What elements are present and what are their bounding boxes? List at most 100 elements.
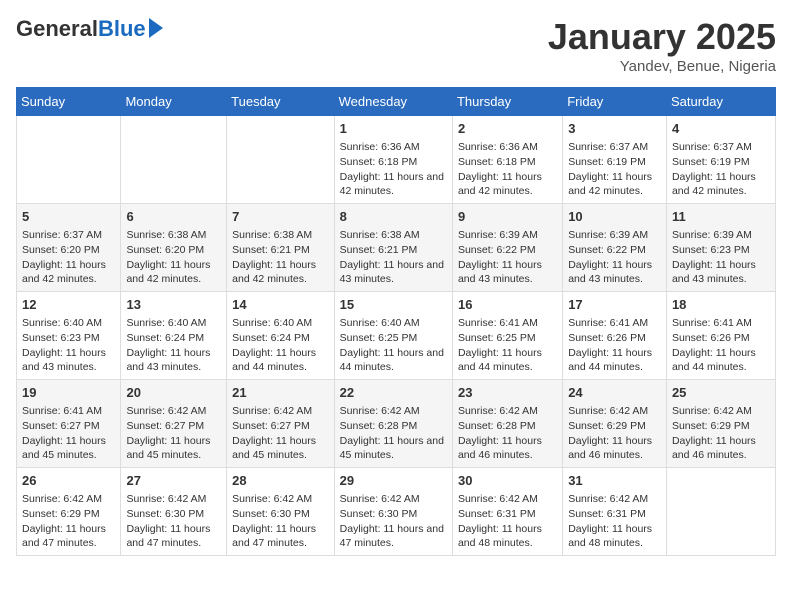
calendar-cell: 15 Sunrise: 6:40 AM Sunset: 6:25 PM Dayli…: [334, 292, 452, 380]
day-number: 21: [232, 384, 328, 402]
day-info: Sunrise: 6:41 AM Sunset: 6:26 PM Dayligh…: [672, 316, 770, 375]
day-number: 9: [458, 208, 557, 226]
calendar-cell: [666, 468, 775, 556]
day-number: 7: [232, 208, 328, 226]
day-info: Sunrise: 6:41 AM Sunset: 6:25 PM Dayligh…: [458, 316, 557, 375]
logo-blue-text: Blue: [98, 16, 146, 42]
day-number: 22: [340, 384, 447, 402]
day-info: Sunrise: 6:39 AM Sunset: 6:22 PM Dayligh…: [458, 228, 557, 287]
calendar-cell: 4 Sunrise: 6:37 AM Sunset: 6:19 PM Daylig…: [666, 116, 775, 204]
day-number: 17: [568, 296, 661, 314]
day-number: 14: [232, 296, 328, 314]
day-number: 2: [458, 120, 557, 138]
calendar-cell: 31 Sunrise: 6:42 AM Sunset: 6:31 PM Dayli…: [563, 468, 667, 556]
day-number: 31: [568, 472, 661, 490]
calendar-cell: [121, 116, 227, 204]
day-header-thursday: Thursday: [452, 88, 562, 116]
calendar-header: SundayMondayTuesdayWednesdayThursdayFrid…: [17, 88, 776, 116]
calendar-cell: 29 Sunrise: 6:42 AM Sunset: 6:30 PM Dayli…: [334, 468, 452, 556]
day-info: Sunrise: 6:40 AM Sunset: 6:23 PM Dayligh…: [22, 316, 115, 375]
calendar-cell: 13 Sunrise: 6:40 AM Sunset: 6:24 PM Dayli…: [121, 292, 227, 380]
calendar-cell: 19 Sunrise: 6:41 AM Sunset: 6:27 PM Dayli…: [17, 380, 121, 468]
day-info: Sunrise: 6:41 AM Sunset: 6:26 PM Dayligh…: [568, 316, 661, 375]
calendar-week-3: 12 Sunrise: 6:40 AM Sunset: 6:23 PM Dayli…: [17, 292, 776, 380]
calendar-cell: 12 Sunrise: 6:40 AM Sunset: 6:23 PM Dayli…: [17, 292, 121, 380]
day-number: 15: [340, 296, 447, 314]
day-number: 20: [126, 384, 221, 402]
logo-general-text: General: [16, 16, 98, 42]
day-info: Sunrise: 6:37 AM Sunset: 6:19 PM Dayligh…: [568, 140, 661, 199]
day-number: 28: [232, 472, 328, 490]
calendar-cell: 5 Sunrise: 6:37 AM Sunset: 6:20 PM Daylig…: [17, 204, 121, 292]
day-header-saturday: Saturday: [666, 88, 775, 116]
day-info: Sunrise: 6:37 AM Sunset: 6:19 PM Dayligh…: [672, 140, 770, 199]
day-number: 13: [126, 296, 221, 314]
calendar-cell: 18Sunrise: 6:41 AM Sunset: 6:26 PM Dayli…: [666, 292, 775, 380]
calendar-cell: 7 Sunrise: 6:38 AM Sunset: 6:21 PM Daylig…: [227, 204, 334, 292]
day-info: Sunrise: 6:42 AM Sunset: 6:28 PM Dayligh…: [340, 404, 447, 463]
day-number: 3: [568, 120, 661, 138]
calendar-week-5: 26 Sunrise: 6:42 AM Sunset: 6:29 PM Dayli…: [17, 468, 776, 556]
location-text: Yandev, Benue, Nigeria: [548, 58, 776, 75]
day-info: Sunrise: 6:40 AM Sunset: 6:24 PM Dayligh…: [126, 316, 221, 375]
day-number: 24: [568, 384, 661, 402]
day-info: Sunrise: 6:42 AM Sunset: 6:27 PM Dayligh…: [232, 404, 328, 463]
calendar-cell: 6 Sunrise: 6:38 AM Sunset: 6:20 PM Daylig…: [121, 204, 227, 292]
month-title: January 2025: [548, 16, 776, 58]
day-header-friday: Friday: [563, 88, 667, 116]
day-number: 16: [458, 296, 557, 314]
day-info: Sunrise: 6:42 AM Sunset: 6:29 PM Dayligh…: [672, 404, 770, 463]
calendar-cell: 9 Sunrise: 6:39 AM Sunset: 6:22 PM Daylig…: [452, 204, 562, 292]
calendar-cell: 3 Sunrise: 6:37 AM Sunset: 6:19 PM Daylig…: [563, 116, 667, 204]
calendar-cell: [227, 116, 334, 204]
day-info: Sunrise: 6:38 AM Sunset: 6:20 PM Dayligh…: [126, 228, 221, 287]
day-info: Sunrise: 6:42 AM Sunset: 6:31 PM Dayligh…: [458, 492, 557, 551]
day-header-tuesday: Tuesday: [227, 88, 334, 116]
calendar-cell: 16 Sunrise: 6:41 AM Sunset: 6:25 PM Dayli…: [452, 292, 562, 380]
day-number: 19: [22, 384, 115, 402]
day-info: Sunrise: 6:42 AM Sunset: 6:27 PM Dayligh…: [126, 404, 221, 463]
day-info: Sunrise: 6:42 AM Sunset: 6:30 PM Dayligh…: [340, 492, 447, 551]
logo: General Blue: [16, 16, 163, 42]
logo-arrow-icon: [149, 18, 163, 38]
calendar-cell: 21 Sunrise: 6:42 AM Sunset: 6:27 PM Dayli…: [227, 380, 334, 468]
day-number: 6: [126, 208, 221, 226]
day-info: Sunrise: 6:42 AM Sunset: 6:29 PM Dayligh…: [568, 404, 661, 463]
title-block: January 2025 Yandev, Benue, Nigeria: [548, 16, 776, 75]
day-info: Sunrise: 6:42 AM Sunset: 6:30 PM Dayligh…: [232, 492, 328, 551]
calendar-cell: 17 Sunrise: 6:41 AM Sunset: 6:26 PM Dayli…: [563, 292, 667, 380]
calendar-table: SundayMondayTuesdayWednesdayThursdayFrid…: [16, 87, 776, 556]
calendar-cell: 28 Sunrise: 6:42 AM Sunset: 6:30 PM Dayli…: [227, 468, 334, 556]
day-header-sunday: Sunday: [17, 88, 121, 116]
day-info: Sunrise: 6:41 AM Sunset: 6:27 PM Dayligh…: [22, 404, 115, 463]
day-number: 4: [672, 120, 770, 138]
day-number: 27: [126, 472, 221, 490]
day-info: Sunrise: 6:36 AM Sunset: 6:18 PM Dayligh…: [340, 140, 447, 199]
calendar-week-4: 19 Sunrise: 6:41 AM Sunset: 6:27 PM Dayli…: [17, 380, 776, 468]
day-info: Sunrise: 6:36 AM Sunset: 6:18 PM Dayligh…: [458, 140, 557, 199]
day-number: 1: [340, 120, 447, 138]
day-info: Sunrise: 6:39 AM Sunset: 6:22 PM Dayligh…: [568, 228, 661, 287]
day-info: Sunrise: 6:40 AM Sunset: 6:25 PM Dayligh…: [340, 316, 447, 375]
calendar-cell: 23Sunrise: 6:42 AM Sunset: 6:28 PM Dayli…: [452, 380, 562, 468]
day-header-wednesday: Wednesday: [334, 88, 452, 116]
calendar-cell: 30 Sunrise: 6:42 AM Sunset: 6:31 PM Dayli…: [452, 468, 562, 556]
day-info: Sunrise: 6:42 AM Sunset: 6:30 PM Dayligh…: [126, 492, 221, 551]
day-info: Sunrise: 6:37 AM Sunset: 6:20 PM Dayligh…: [22, 228, 115, 287]
day-number: 8: [340, 208, 447, 226]
day-number: 5: [22, 208, 115, 226]
calendar-cell: 27 Sunrise: 6:42 AM Sunset: 6:30 PM Dayli…: [121, 468, 227, 556]
day-number: 30: [458, 472, 557, 490]
day-info: Sunrise: 6:39 AM Sunset: 6:23 PM Dayligh…: [672, 228, 770, 287]
calendar-cell: 26 Sunrise: 6:42 AM Sunset: 6:29 PM Dayli…: [17, 468, 121, 556]
calendar-week-1: 1 Sunrise: 6:36 AM Sunset: 6:18 PM Daylig…: [17, 116, 776, 204]
day-header-monday: Monday: [121, 88, 227, 116]
calendar-cell: 14Sunrise: 6:40 AM Sunset: 6:24 PM Dayli…: [227, 292, 334, 380]
day-number: 12: [22, 296, 115, 314]
day-info: Sunrise: 6:38 AM Sunset: 6:21 PM Dayligh…: [232, 228, 328, 287]
day-number: 26: [22, 472, 115, 490]
day-number: 11: [672, 208, 770, 226]
day-info: Sunrise: 6:42 AM Sunset: 6:29 PM Dayligh…: [22, 492, 115, 551]
day-number: 29: [340, 472, 447, 490]
day-info: Sunrise: 6:42 AM Sunset: 6:31 PM Dayligh…: [568, 492, 661, 551]
